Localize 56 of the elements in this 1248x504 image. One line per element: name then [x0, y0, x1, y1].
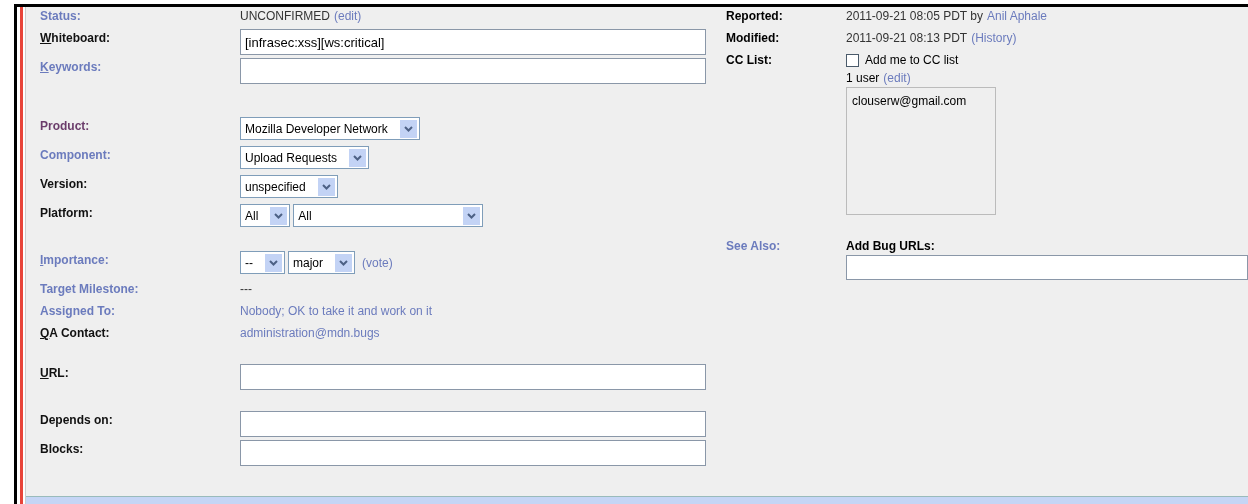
field-value: 2011-09-21 08:05 PDT by [846, 8, 983, 25]
input-field[interactable] [240, 440, 706, 466]
chevron-icon [335, 253, 352, 272]
chevron-icon [463, 206, 481, 225]
vote-link[interactable]: (vote) [362, 253, 393, 272]
chevron-icon [349, 148, 367, 167]
dropdown[interactable]: major [288, 251, 355, 274]
reporter-link[interactable]: Anil Aphale [987, 7, 1048, 29]
field-label: QA Contact: [40, 325, 111, 342]
list-item[interactable]: clouserw@gmail.com [852, 92, 990, 110]
field-value: 2011-09-21 08:13 PDT [846, 30, 968, 47]
field-value: --- [240, 281, 252, 298]
field-heading: Add Bug URLs: [846, 238, 936, 255]
edit-link[interactable]: (edit) [883, 69, 911, 87]
dropdown[interactable]: All [293, 204, 484, 227]
chevron-icon [399, 119, 417, 138]
field-label: URL: [40, 365, 70, 382]
field-label: Keywords: [40, 59, 103, 76]
field-label: Modified: [726, 30, 781, 47]
checkbox[interactable] [846, 53, 859, 67]
field-label: Reported: [726, 8, 784, 25]
dropdown[interactable]: All [240, 204, 291, 227]
dropdown[interactable]: unspecified [240, 175, 338, 198]
dropdown[interactable]: -- [240, 251, 285, 274]
field-label: Platform: [40, 205, 94, 222]
chevron-icon [265, 253, 282, 272]
edit-link[interactable]: (edit) [334, 7, 362, 25]
dropdown[interactable]: Upload Requests [240, 146, 370, 169]
field-label: Target Milestone: [40, 281, 140, 298]
field-link[interactable]: administration@mdn.bugs [240, 324, 380, 342]
input-field[interactable] [240, 411, 706, 437]
cc-listbox[interactable]: clouserw@gmail.com [846, 87, 996, 215]
input-field[interactable] [240, 58, 706, 84]
history-link[interactable]: (History) [971, 29, 1017, 51]
input-field[interactable]: [infrasec:xss][ws:critical] [240, 29, 706, 55]
field-label: Depends on: [40, 412, 114, 429]
dropdown[interactable]: Mozilla Developer Network [240, 117, 420, 140]
chevron-icon [270, 206, 288, 225]
field-label: CC List: [726, 52, 773, 69]
input-field[interactable] [240, 364, 706, 390]
field-label: Status: [40, 8, 82, 25]
field-label: Component: [40, 147, 112, 164]
field-label: Version: [40, 176, 89, 193]
field-label: Blocks: [40, 441, 85, 458]
field-label: Product: [40, 118, 91, 135]
field-label[interactable]: See Also: [726, 237, 846, 280]
field-label: Whiteboard: [40, 30, 111, 47]
chevron-icon [317, 177, 335, 196]
checkbox-label: Add me to CC list [865, 52, 959, 69]
field-label: Importance: [40, 252, 110, 269]
field-link[interactable]: Nobody; OK to take it and work on it [240, 302, 433, 320]
scrollbar[interactable] [26, 496, 1248, 504]
field-label: Assigned To: [40, 303, 117, 320]
user-count: 1 user [846, 70, 880, 87]
field-value: UNCONFIRMED [240, 8, 330, 25]
input-field[interactable] [846, 255, 1248, 280]
